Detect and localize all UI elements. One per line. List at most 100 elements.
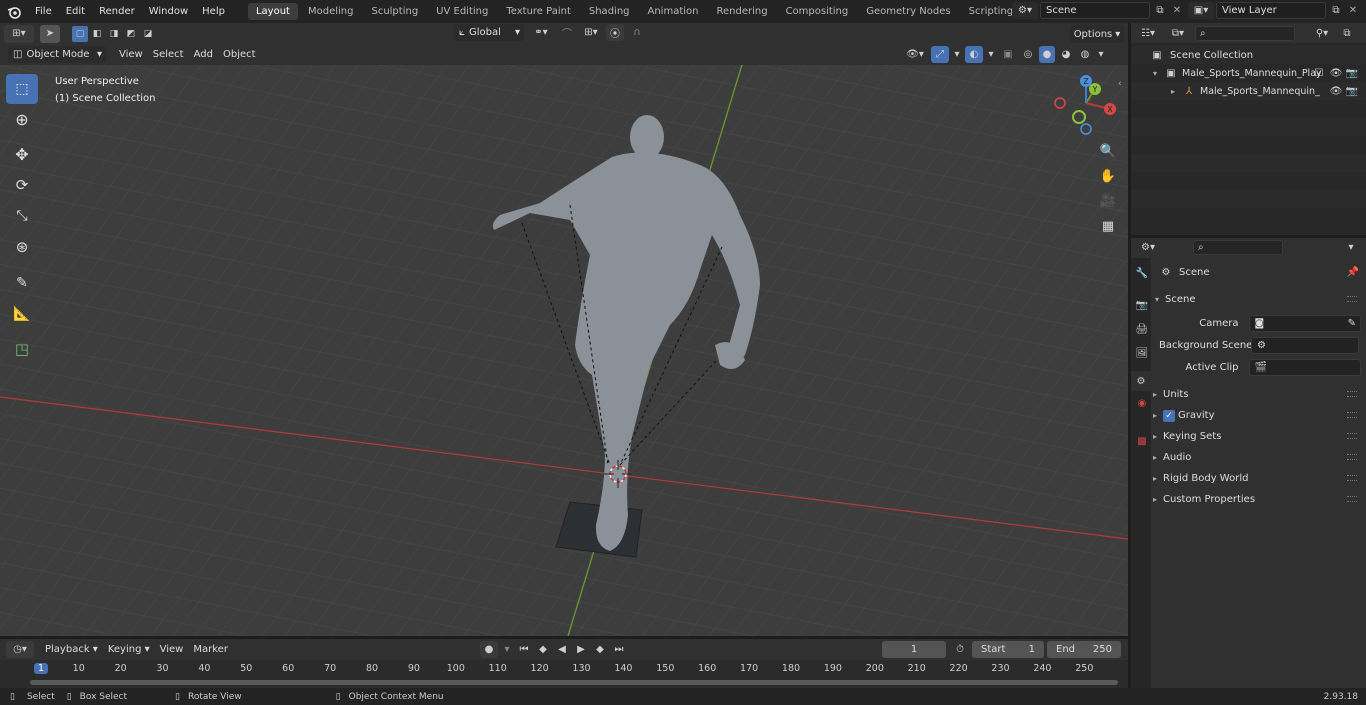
next-keyframe-icon[interactable]: ◆ [592,641,608,658]
tab-rendering[interactable]: Rendering [708,3,775,20]
start-frame-field[interactable]: Start 1 [972,641,1044,658]
background-scene-field[interactable]: ⚙ [1251,336,1359,354]
menu-edit[interactable]: Edit [59,0,92,23]
zoom-gizmo[interactable]: 🔍 [1097,140,1119,162]
tab-texture-paint[interactable]: Texture Paint [498,3,579,20]
drag-grip-icon[interactable] [1347,433,1357,439]
navigation-gizmo[interactable]: X Y Z [1052,73,1122,137]
visibility-icon[interactable]: 👁▾ [902,46,928,63]
outliner-search-input[interactable]: ⌕ [1195,25,1295,41]
tab-layout[interactable]: Layout [247,3,298,20]
menu-keying[interactable]: Keying ▾ [103,641,155,659]
rotate-tool[interactable]: ⟳ [6,170,38,200]
drag-grip-icon[interactable] [1347,391,1357,397]
sidebar-toggle-icon[interactable]: ‹ [1118,79,1122,89]
gravity-panel[interactable]: ▸ ✓ Gravity [1153,405,1361,426]
menu-marker[interactable]: Marker [188,641,233,659]
close-view-layer-icon[interactable]: ✕ [1346,2,1360,19]
view-layer-icon[interactable]: ▣▾ [1188,2,1214,19]
drag-grip-icon[interactable] [1347,296,1357,302]
select-invert-icon[interactable]: ◩ [123,26,139,42]
shading-chevron-icon[interactable]: ▾ [1096,46,1106,63]
display-mode-icon[interactable]: ⧉▾ [1165,25,1191,41]
eyedropper-icon[interactable]: ✎ [1348,318,1356,329]
eye-icon[interactable]: 👁 [1329,86,1343,97]
select-new-icon[interactable]: ▢ [72,25,88,42]
panel-divider[interactable] [0,636,1128,639]
units-panel[interactable]: ▸ Units [1153,384,1361,405]
snap-target-icon[interactable]: ⊞▾ [580,24,602,41]
transform-orientation-select[interactable]: ⟀ Global ▾ [454,24,524,41]
camera-field[interactable]: ◙ ✎ [1248,314,1361,332]
panel-divider[interactable] [1131,235,1366,238]
pivot-point-icon[interactable]: ⚭▾ [528,24,554,41]
play-icon[interactable]: ▶ [573,641,589,658]
menu-view[interactable]: View [114,46,148,64]
world-tab-icon[interactable]: ◉ [1134,398,1150,409]
transform-tool[interactable]: ⊛ [6,232,38,262]
rigid-body-world-panel[interactable]: ▸ Rigid Body World [1153,468,1361,489]
tab-modeling[interactable]: Modeling [300,3,362,20]
end-frame-field[interactable]: End 250 [1047,641,1121,658]
select-tool-icon[interactable]: ➤ [40,24,60,43]
checkbox-icon[interactable]: ☑ [1313,68,1325,79]
add-cube-tool[interactable]: ◳ [6,334,38,364]
outliner-editor-icon[interactable]: ☷▾ [1135,25,1161,41]
properties-options-icon[interactable]: ▾ [1342,239,1360,255]
menu-add[interactable]: Add [189,46,218,64]
drag-grip-icon[interactable] [1347,412,1357,418]
rendered-shading-icon[interactable]: ◍ [1077,46,1093,63]
annotate-tool[interactable]: ✎ [6,268,38,298]
custom-properties-panel[interactable]: ▸ Custom Properties [1153,489,1361,510]
pin-icon[interactable]: 📌 [1347,267,1359,278]
tab-sculpting[interactable]: Sculpting [363,3,426,20]
menu-view[interactable]: View [155,641,189,659]
properties-search-input[interactable]: ⌕ [1193,239,1283,255]
move-tool[interactable]: ✥ [6,139,38,169]
camera-render-icon[interactable]: 📷 [1345,86,1359,97]
tab-animation[interactable]: Animation [640,3,707,20]
menu-render[interactable]: Render [92,0,142,23]
select-subtract-icon[interactable]: ◨ [106,26,122,42]
select-extend-icon[interactable]: ◧ [89,26,105,42]
cursor-tool[interactable]: ⊕ [6,104,38,134]
timeline-scrollbar[interactable] [30,680,1118,685]
outliner-item[interactable]: ▾ ▣ Male_Sports_Mannequin_Play ☑ 👁 📷 [1131,64,1366,82]
editor-type-icon[interactable]: ⊞▾ [4,24,34,43]
keying-sets-panel[interactable]: ▸ Keying Sets [1153,426,1361,447]
play-reverse-icon[interactable]: ◀ [554,641,570,658]
menu-file[interactable]: File [28,0,59,23]
menu-select[interactable]: Select [148,46,189,64]
menu-playback[interactable]: Playback ▾ [40,641,103,659]
chevron-down-icon[interactable]: ▾ [501,641,513,658]
panel-divider[interactable] [1128,23,1131,688]
properties-editor-icon[interactable]: ⚙▾ [1135,239,1161,255]
view-layer-field[interactable]: View Layer [1216,2,1326,19]
measure-tool[interactable]: 📐 [6,299,38,329]
expand-triangle-icon[interactable]: ▸ [1171,87,1181,96]
drag-grip-icon[interactable] [1347,475,1357,481]
filter-icon[interactable]: ⚲▾ [1309,25,1335,41]
blender-logo-icon[interactable] [0,0,28,23]
gizmo-toggle-icon[interactable]: ⤢ [931,46,949,63]
camera-render-icon[interactable]: 📷 [1345,68,1359,79]
gizmo-chevron-icon[interactable]: ▾ [952,46,962,63]
view-layer-tab-icon[interactable]: 🖼 [1134,348,1150,359]
copy-view-layer-icon[interactable]: ⧉ [1328,2,1344,19]
scene-tab-icon[interactable]: ⚙ [1131,371,1151,391]
tab-shading[interactable]: Shading [581,3,638,20]
xray-toggle-icon[interactable]: ▣ [999,46,1017,63]
solid-shading-icon[interactable]: ● [1039,46,1055,63]
perspective-toggle-gizmo[interactable]: ▦ [1097,215,1119,237]
proportional-edit-icon[interactable]: ⦿ [606,24,624,41]
menu-object[interactable]: Object [218,46,261,64]
render-tab-icon[interactable]: 📷 [1134,300,1150,311]
eye-icon[interactable]: 👁 [1329,68,1343,79]
tab-compositing[interactable]: Compositing [778,3,857,20]
new-collection-icon[interactable]: ⧉ [1339,25,1355,41]
camera-view-gizmo[interactable]: 🎥 [1097,190,1119,212]
snap-toggle-icon[interactable]: ⌒ [558,24,576,41]
tool-tab-icon[interactable]: 🔧 [1134,268,1150,279]
scene-icon[interactable]: ⚙▾ [1012,2,1038,19]
menu-help[interactable]: Help [195,0,232,23]
